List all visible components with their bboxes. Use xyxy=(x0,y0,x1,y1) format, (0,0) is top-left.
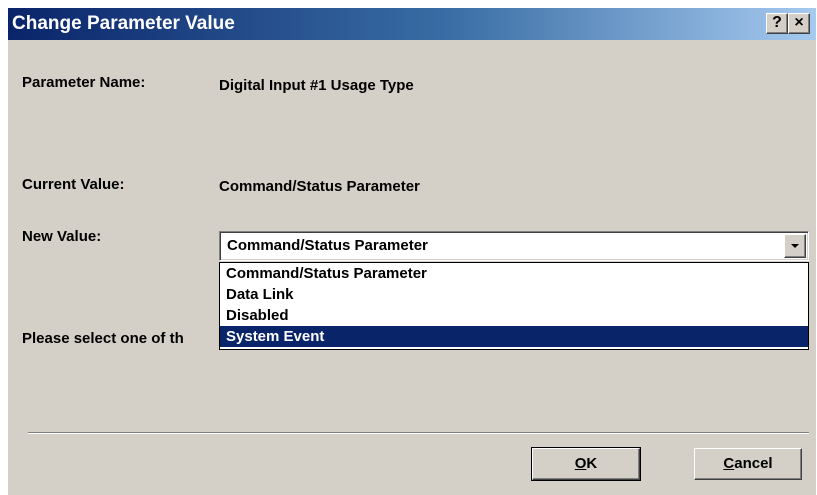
close-icon: × xyxy=(794,14,804,31)
change-parameter-dialog: Change Parameter Value ? × Parameter Nam… xyxy=(8,8,816,495)
dropdown-option-command-status[interactable]: Command/Status Parameter xyxy=(220,263,808,284)
new-value-label: New Value: xyxy=(22,228,102,245)
close-button[interactable]: × xyxy=(788,13,810,34)
cancel-label-rest: ancel xyxy=(734,455,773,472)
parameter-name-label: Parameter Name: xyxy=(22,74,146,91)
dropdown-option-data-link[interactable]: Data Link xyxy=(220,284,808,305)
ok-mnemonic: O xyxy=(574,455,587,472)
new-value-dropdown-list: Command/Status Parameter Data Link Disab… xyxy=(219,262,809,350)
new-value-combobox[interactable]: Command/Status Parameter xyxy=(219,231,809,261)
ok-label-rest: K xyxy=(586,455,598,472)
cancel-button[interactable]: Cancel xyxy=(694,448,802,480)
current-value-label: Current Value: xyxy=(22,176,125,193)
separator-line xyxy=(28,432,809,434)
current-value-value: Command/Status Parameter xyxy=(219,178,420,195)
title-bar[interactable]: Change Parameter Value ? × xyxy=(8,8,816,40)
dropdown-arrow-icon[interactable] xyxy=(784,234,806,258)
cancel-mnemonic: C xyxy=(723,455,735,472)
window-title: Change Parameter Value xyxy=(12,13,235,34)
ok-button[interactable]: OK xyxy=(531,447,641,481)
dropdown-option-disabled[interactable]: Disabled xyxy=(220,305,808,326)
help-button[interactable]: ? xyxy=(766,13,788,34)
help-icon: ? xyxy=(772,14,782,31)
new-value-selected: Command/Status Parameter xyxy=(227,237,428,254)
dropdown-option-system-event[interactable]: System Event xyxy=(220,326,808,347)
instruction-text: Please select one of th xyxy=(22,330,184,347)
parameter-name-value: Digital Input #1 Usage Type xyxy=(219,77,414,94)
